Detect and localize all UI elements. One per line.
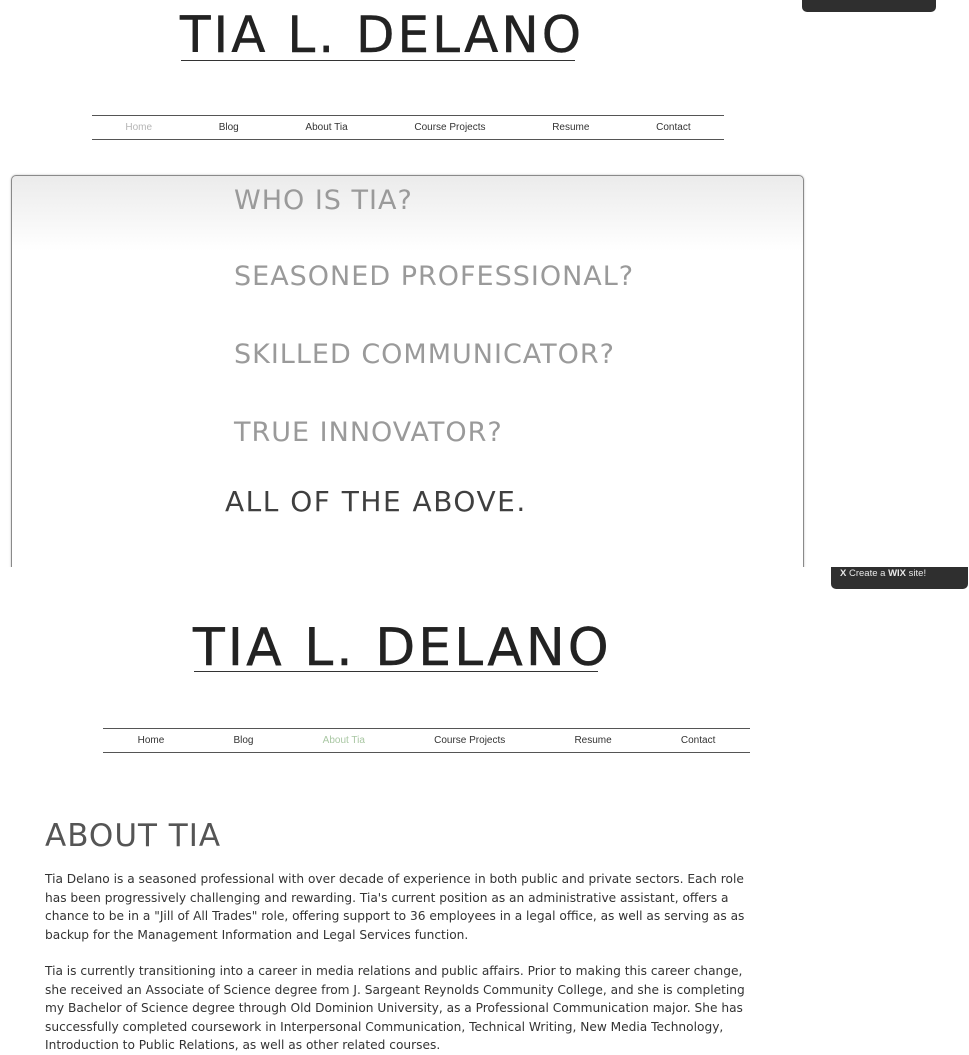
site-title-underline	[181, 60, 575, 61]
hero-line-all-of-the-above: ALL OF THE ABOVE.	[225, 485, 527, 518]
main-nav: Home Blog About Tia Course Projects Resu…	[92, 115, 724, 140]
hero-line-communicator: SKILLED COMMUNICATOR?	[234, 339, 616, 370]
about-nav-course-projects[interactable]: Course Projects	[434, 735, 505, 746]
about-nav-blog[interactable]: Blog	[233, 735, 253, 746]
about-paragraph-2: Tia is currently transitioning into a ca…	[45, 964, 745, 1052]
nav-contact[interactable]: Contact	[656, 122, 690, 133]
close-icon[interactable]: X	[840, 568, 846, 579]
create-wix-site-label[interactable]: X Create a WIX site!	[840, 569, 926, 579]
about-paragraph-1: Tia Delano is a seasoned professional wi…	[45, 872, 745, 942]
nav-home[interactable]: Home	[125, 122, 152, 133]
home-page-screenshot: TIA L. DELANO Home Blog About Tia Course…	[0, 0, 969, 567]
about-site-title-underline	[194, 671, 598, 672]
site-title[interactable]: TIA L. DELANO	[180, 10, 584, 60]
wix-logo: WIX	[888, 568, 907, 579]
about-nav-about-tia[interactable]: About Tia	[323, 735, 365, 746]
hero-line-innovator: TRUE INNOVATOR?	[234, 417, 503, 448]
nav-blog[interactable]: Blog	[219, 122, 239, 133]
about-main-nav: Home Blog About Tia Course Projects Resu…	[103, 728, 750, 753]
page-heading: ABOUT TIA	[45, 818, 222, 854]
nav-resume[interactable]: Resume	[552, 122, 589, 133]
wix-banner-top[interactable]	[802, 0, 936, 12]
hero-line-professional: SEASONED PROFESSIONAL?	[234, 261, 635, 292]
nav-course-projects[interactable]: Course Projects	[414, 122, 485, 133]
about-site-title[interactable]: TIA L. DELANO	[193, 622, 612, 674]
about-nav-contact[interactable]: Contact	[681, 735, 715, 746]
hero-line-who: WHO IS TIA?	[234, 185, 413, 216]
create-wix-site-banner[interactable]: X Create a WIX site!	[831, 567, 968, 589]
nav-about-tia[interactable]: About Tia	[305, 122, 347, 133]
about-nav-home[interactable]: Home	[138, 735, 165, 746]
about-nav-resume[interactable]: Resume	[574, 735, 611, 746]
